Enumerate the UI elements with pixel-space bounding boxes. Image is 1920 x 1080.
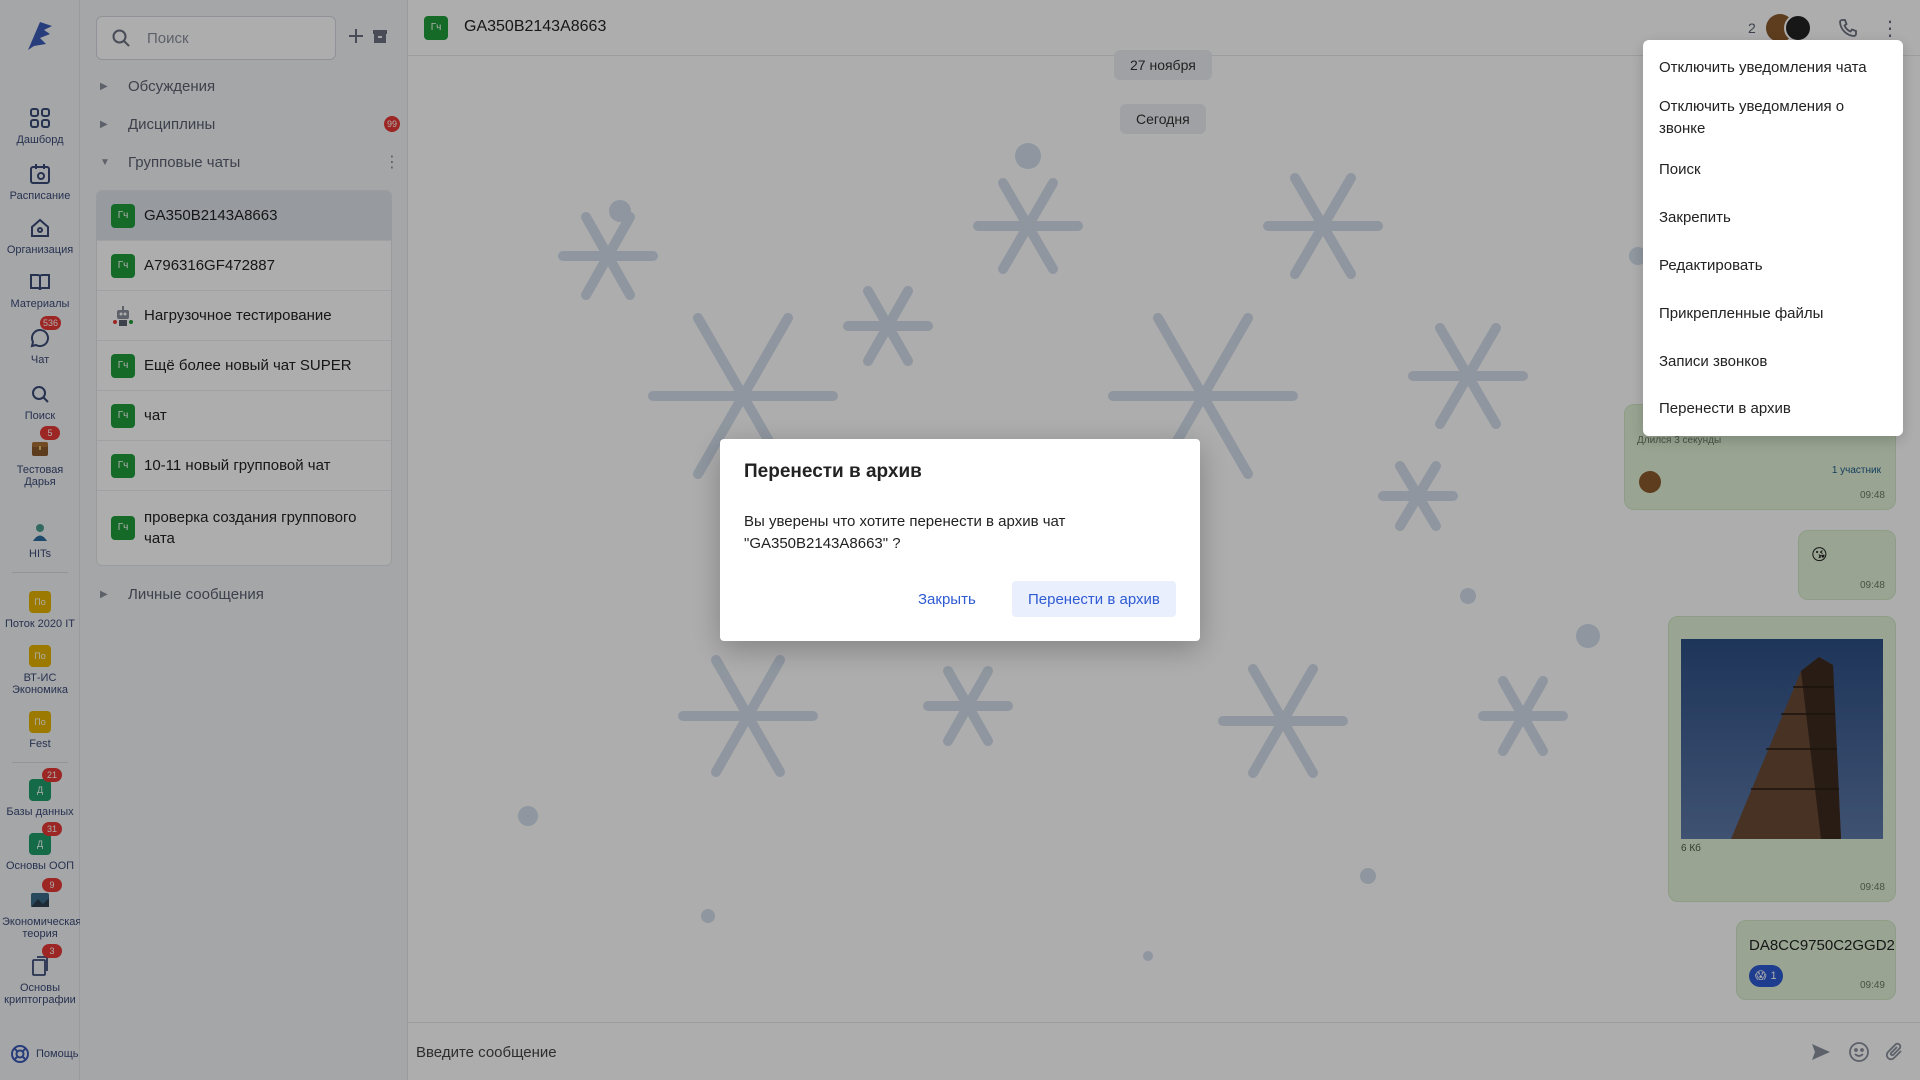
close-button[interactable]: Закрыть (902, 581, 992, 617)
menu-attached-files[interactable]: Прикрепленные файлы (1643, 290, 1903, 338)
dialog-title: Перенести в архив (744, 461, 922, 482)
confirm-archive-button[interactable]: Перенести в архив (1012, 581, 1176, 617)
menu-call-recordings[interactable]: Записи звонков (1643, 338, 1903, 386)
menu-pin[interactable]: Закрепить (1643, 194, 1903, 242)
dialog-message: Вы уверены что хотите перенести в архив … (744, 513, 1066, 552)
archive-confirm-dialog: Перенести в архив Вы уверены что хотите … (720, 439, 1200, 641)
menu-mute-calls[interactable]: Отключить уведомления о звонке (1643, 90, 1903, 146)
menu-edit[interactable]: Редактировать (1643, 242, 1903, 290)
chat-context-menu: Отключить уведомления чата Отключить уве… (1643, 40, 1903, 436)
menu-archive[interactable]: Перенести в архив (1643, 386, 1903, 432)
menu-mute-chat[interactable]: Отключить уведомления чата (1643, 46, 1903, 90)
menu-search[interactable]: Поиск (1643, 146, 1903, 194)
